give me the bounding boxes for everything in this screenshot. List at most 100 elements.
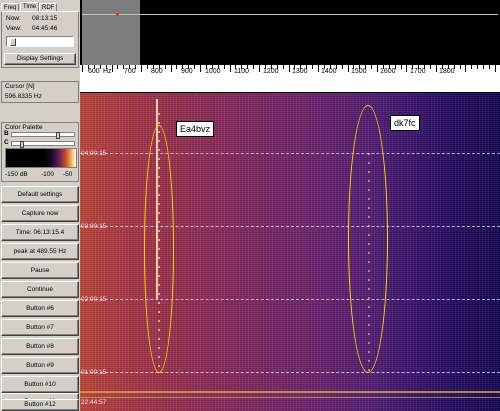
freq-label-1600: 1600 <box>380 68 396 75</box>
contrast-knob[interactable] <box>20 141 24 148</box>
color-palette-title: Color Palette <box>5 124 43 131</box>
frequency-tick <box>406 65 407 72</box>
frequency-tick <box>300 65 301 69</box>
button-10[interactable]: Button #10 <box>1 376 79 393</box>
frequency-tick <box>129 65 130 69</box>
frequency-tick <box>442 65 443 69</box>
frequency-tick <box>389 65 390 69</box>
frequency-tick <box>147 65 148 69</box>
frequency-tick <box>424 65 425 69</box>
freq-label-800: 800 <box>151 68 163 75</box>
frequency-tick <box>100 65 101 69</box>
pause-button[interactable]: Pause <box>1 262 79 279</box>
frequency-tick <box>342 65 343 69</box>
frequency-tick <box>283 65 284 69</box>
brightness-label: B <box>4 130 9 137</box>
contrast-slider[interactable] <box>11 141 75 148</box>
highlight-ellipse-ea4bvz <box>144 125 174 373</box>
freq-label-1800: 1800 <box>439 68 455 75</box>
frequency-tick <box>430 65 431 69</box>
frequency-tick <box>383 65 384 69</box>
frequency-tick <box>377 65 378 72</box>
freq-label-1000: 1000 <box>205 68 221 75</box>
button-9[interactable]: Button #9 <box>1 357 79 374</box>
freq-label-700: 700 <box>124 68 136 75</box>
frequency-tick <box>412 65 413 69</box>
freq-label-1700: 1700 <box>410 68 426 75</box>
button-6[interactable]: Button #6 <box>1 300 79 317</box>
highlight-ellipse-dk7fc <box>348 105 388 373</box>
frequency-tick <box>483 65 484 69</box>
time-label-5: 22:44:57 <box>81 399 107 406</box>
frequency-tick <box>277 65 278 69</box>
frequency-tick <box>465 65 466 72</box>
frequency-tick <box>306 65 307 69</box>
frequency-tick <box>371 65 372 69</box>
continue-button[interactable]: Continue <box>1 281 79 298</box>
frequency-tick <box>359 65 360 69</box>
cursor-value: 596.8335 Hz <box>5 93 42 100</box>
time-gridline <box>80 299 500 300</box>
frequency-tick <box>471 65 472 69</box>
frequency-tick <box>365 65 366 69</box>
button-7[interactable]: Button #7 <box>1 319 79 336</box>
waterfall-display[interactable]: 04:00:15 03:00:15 02:00:15 01:00:15 22:4… <box>80 93 500 411</box>
frequency-tick <box>401 65 402 69</box>
frequency-tick <box>235 65 236 69</box>
frequency-tick <box>141 65 142 72</box>
frequency-tick <box>106 65 107 69</box>
frequency-tick <box>489 65 490 69</box>
frequency-tick <box>135 65 136 69</box>
default-settings-button[interactable]: Default settings <box>1 186 79 203</box>
time-label-4: 01:00:15 <box>81 369 107 376</box>
frequency-tick <box>495 65 496 72</box>
frequency-tick <box>318 65 319 72</box>
freq-label-1400: 1400 <box>321 68 337 75</box>
freq-label-1200: 1200 <box>263 68 279 75</box>
frequency-axis[interactable]: 600 Hz 700 800 900 1000 1100 1200 1300 1… <box>80 65 500 93</box>
time-label-2: 03:00:15 <box>81 223 107 230</box>
frequency-tick <box>289 65 290 72</box>
brightness-slider[interactable] <box>11 132 75 139</box>
frequency-tick <box>477 65 478 69</box>
frequency-tick <box>418 65 419 69</box>
frequency-tick <box>171 65 172 72</box>
freq-label-900: 900 <box>181 68 193 75</box>
frequency-tick <box>200 65 201 72</box>
now-label: Now: <box>6 15 21 22</box>
frequency-tick <box>353 65 354 69</box>
spectrum-strip[interactable] <box>80 0 500 65</box>
callsign-label-dk7fc: dk7fc <box>390 115 420 131</box>
frequency-tick <box>112 65 113 72</box>
frequency-tick <box>188 65 189 69</box>
now-row: Now: 08:13:15 <box>6 15 57 22</box>
cursor-label: Cursor [N] <box>5 83 35 90</box>
view-slider[interactable] <box>6 36 74 47</box>
now-value: 08:13:15 <box>32 15 58 22</box>
frequency-tick <box>212 65 213 69</box>
slider-thumb[interactable] <box>10 38 16 46</box>
capture-now-button[interactable]: Capture now <box>1 205 79 222</box>
frequency-tick <box>336 65 337 69</box>
button-8[interactable]: Button #8 <box>1 338 79 355</box>
palette-gradient <box>5 148 77 168</box>
frequency-tick <box>247 65 248 69</box>
frequency-tick <box>165 65 166 69</box>
time-gridline <box>80 226 500 227</box>
display-settings-button[interactable]: Display Settings <box>4 53 76 65</box>
time-readout: Time: 06:13:15.4 <box>1 224 79 241</box>
frequency-tick <box>330 65 331 69</box>
frequency-tick <box>241 65 242 69</box>
signal-band <box>80 391 500 393</box>
frequency-tick <box>194 65 195 69</box>
brightness-knob[interactable] <box>56 132 60 139</box>
time-group: Now: 08:13:15 View: 04:45:46 Display Set… <box>1 11 79 68</box>
frequency-tick <box>153 65 154 69</box>
freq-label-hz: Hz <box>103 68 112 75</box>
signal-band <box>80 397 500 398</box>
frequency-tick <box>117 65 118 69</box>
frequency-tick <box>159 65 160 69</box>
button-12[interactable]: Button #12 <box>1 399 79 411</box>
frequency-tick <box>82 65 83 72</box>
time-label-3: 02:00:15 <box>81 296 107 303</box>
